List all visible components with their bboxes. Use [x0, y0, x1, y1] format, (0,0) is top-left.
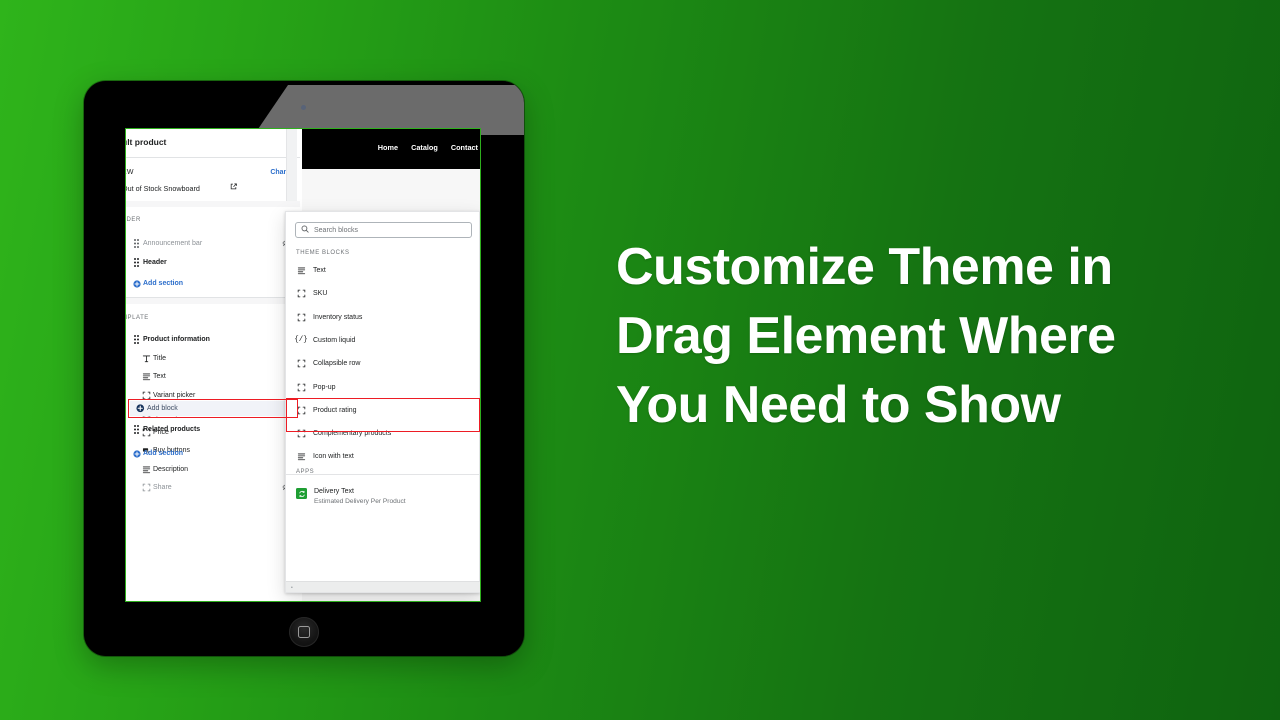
block-option-collapsible-row[interactable]: Collapsible row [296, 357, 360, 370]
editor-section-gap [126, 201, 300, 207]
text-title-icon[interactable] [140, 354, 153, 363]
theme-editor-sidebar: ult product EW Change Out of Stock Snowb… [126, 129, 303, 601]
block-option-label: Collapsible row [313, 360, 361, 368]
add-section-label: Add section [143, 280, 184, 287]
sidebar-scrollbar[interactable] [286, 129, 297, 201]
headline-line-1: Customize Theme in [616, 238, 1113, 296]
headline-line-2: Drag Element Where [616, 307, 1116, 365]
sidebar-item-title[interactable]: Title [126, 351, 302, 366]
search-icon [301, 225, 309, 235]
drag-handle-icon[interactable] [130, 258, 143, 267]
sidebar-item-product-information[interactable]: Product information [126, 332, 302, 347]
preview-product-name: Out of Stock Snowboard [126, 184, 200, 193]
editor-page-title: ult product [126, 137, 167, 147]
editor-section-gap [126, 298, 300, 304]
text-lines-icon [296, 452, 306, 461]
block-option-label: Icon with text [313, 453, 354, 461]
picker-footer-bar: • [286, 581, 480, 592]
search-placeholder-text: Search blocks [314, 226, 358, 234]
sidebar-item-related-products[interactable]: Related products [126, 422, 302, 437]
add-section-button-bottom[interactable]: Add section [126, 446, 302, 461]
delivery-app-text: Delivery Text Estimated Delivery Per Pro… [314, 487, 406, 507]
block-icon [296, 289, 306, 298]
drag-handle-icon[interactable] [130, 335, 143, 344]
drag-handle-icon[interactable] [130, 425, 143, 434]
headline-line-3: You Need to Show [616, 376, 1061, 434]
delivery-text-app-row[interactable]: Delivery Text Estimated Delivery Per Pro… [296, 487, 406, 507]
footer-dot-icon: • [291, 585, 293, 591]
home-square-icon [298, 626, 310, 638]
highlight-add-block [128, 399, 298, 418]
preview-label: EW [126, 169, 134, 176]
sidebar-item-text[interactable]: Text [126, 369, 302, 384]
add-section-button-top[interactable]: Add section [126, 276, 302, 291]
search-blocks-input[interactable]: Search blocks [295, 222, 472, 238]
block-option-icon-with-text[interactable]: Icon with text [296, 450, 354, 463]
sidebar-item-description[interactable]: Description [126, 462, 302, 477]
block-option-inventory-status[interactable]: Inventory status [296, 311, 362, 324]
plus-circle-icon[interactable] [130, 449, 143, 458]
block-icon [296, 359, 306, 368]
app-name: Delivery Text [314, 488, 354, 495]
sidebar-item-label: Share [153, 484, 172, 491]
block-option-label: Pop-up [313, 383, 336, 391]
sidebar-item-label: Title [153, 354, 166, 362]
block-icon[interactable] [140, 483, 153, 492]
plus-circle-icon[interactable] [130, 279, 143, 288]
block-option-pop-up[interactable]: Pop-up [296, 381, 336, 394]
home-button[interactable] [289, 617, 319, 647]
block-option-label: SKU [313, 290, 328, 298]
sidebar-item-announcement-bar[interactable]: Announcement bar [126, 236, 302, 251]
sidebar-item-label: Header [143, 259, 167, 266]
sidebar-item-label: Product information [143, 336, 210, 343]
group-label-header: ADER [126, 217, 141, 223]
block-option-sku[interactable]: SKU [296, 287, 327, 300]
camera-dot-icon [301, 105, 306, 110]
editor-divider [126, 157, 300, 158]
block-icon [296, 383, 306, 392]
external-link-icon[interactable] [230, 183, 237, 192]
nav-link-catalog[interactable]: Catalog [411, 143, 438, 152]
nav-link-contact[interactable]: Contact [451, 143, 478, 152]
sidebar-item-header[interactable]: Header [126, 255, 302, 270]
block-option-label: Text [313, 267, 326, 274]
nav-link-home[interactable]: Home [378, 143, 398, 152]
sidebar-item-label: Announcement bar [143, 240, 203, 247]
theme-blocks-section-label: THEME BLOCKS [296, 250, 350, 256]
liquid-code-icon: {/} [294, 336, 308, 345]
sidebar-item-label: Variant picker [153, 391, 196, 399]
drag-handle-icon[interactable] [130, 239, 143, 248]
app-subtitle: Estimated Delivery Per Product [314, 498, 406, 505]
tablet-device: ult product EW Change Out of Stock Snowb… [84, 81, 524, 656]
text-lines-icon [296, 266, 306, 275]
storefront-nav-links: Home Catalog Contact [378, 143, 478, 152]
block-option-custom-liquid[interactable]: {/} Custom liquid [294, 334, 356, 347]
sidebar-item-label: Description [153, 465, 189, 473]
block-option-label: Custom liquid [313, 336, 356, 344]
sidebar-item-label: Text [153, 373, 166, 380]
picker-divider [286, 474, 480, 475]
storefront-top-nav: Home Catalog Contact [302, 129, 480, 169]
tablet-screen-bezel: ult product EW Change Out of Stock Snowb… [84, 81, 524, 656]
headline: Customize Theme in Drag Element Where Yo… [616, 233, 1216, 440]
block-icon [296, 313, 306, 322]
app-screenshot: ult product EW Change Out of Stock Snowb… [126, 129, 480, 601]
text-lines-icon[interactable] [140, 372, 153, 381]
text-lines-icon[interactable] [140, 465, 153, 474]
highlight-delivery-text-app [286, 398, 480, 432]
sidebar-item-share[interactable]: Share [126, 480, 302, 495]
delivery-app-icon [296, 488, 307, 499]
apps-section-label: APPS [296, 469, 315, 475]
block-option-label: Inventory status [313, 313, 363, 321]
sidebar-item-label: Related products [143, 426, 201, 433]
add-section-label: Add section [143, 450, 184, 457]
block-option-text[interactable]: Text [296, 264, 326, 277]
group-label-template: MPLATE [126, 315, 149, 321]
